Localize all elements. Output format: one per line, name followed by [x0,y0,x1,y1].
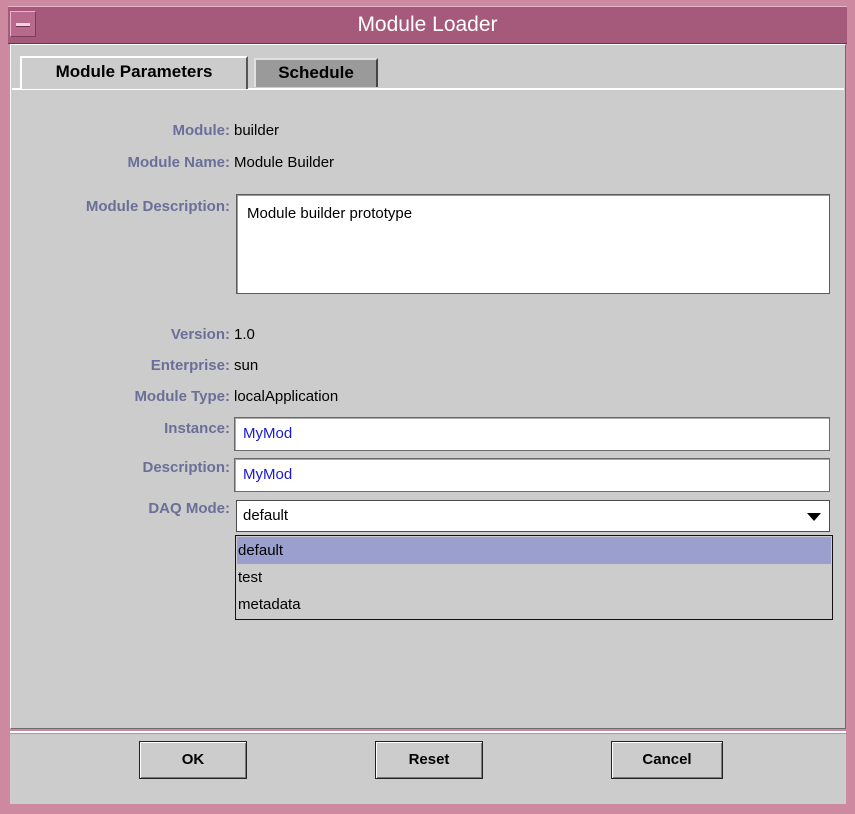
module-value: builder [234,122,280,139]
daq-option-metadata[interactable]: metadata [237,591,831,618]
window-title: Module Loader [357,13,498,36]
module-description-label: Module Description: [85,198,230,215]
module-loader-window: Module Loader Module Parameters Schedule… [0,0,855,814]
client-area [10,44,846,729]
cancel-button[interactable]: Cancel [611,741,723,779]
tab-module-parameters[interactable]: Module Parameters [20,56,248,89]
daq-option-test[interactable]: test [237,564,831,591]
module-type-value: localApplication [234,388,339,405]
enterprise-value: sun [234,357,259,374]
ok-button[interactable]: OK [139,741,247,779]
version-label: Version: [170,326,230,343]
description-label: Description: [142,459,230,476]
instance-label: Instance: [164,420,230,437]
daq-mode-label: DAQ Mode: [148,500,230,517]
version-value: 1.0 [234,326,255,343]
button-bar-divider [10,731,846,733]
daq-mode-dropdown-list: default test metadata [235,535,833,620]
module-name-label: Module Name: [127,154,230,171]
reset-button[interactable]: Reset [375,741,483,779]
instance-input[interactable]: MyMod [234,417,830,451]
module-label: Module: [172,122,231,139]
daq-mode-select[interactable]: default [236,500,830,532]
module-name-value: Module Builder [234,154,335,171]
description-input[interactable]: MyMod [234,458,830,492]
dropdown-arrow-icon[interactable] [801,503,827,529]
daq-option-default[interactable]: default [237,537,831,564]
enterprise-label: Enterprise: [150,357,230,374]
module-type-label: Module Type: [134,388,230,405]
title-bar[interactable]: Module Loader [8,6,847,44]
module-description-textarea[interactable]: Module builder prototype [236,194,830,294]
daq-mode-selected-value: default [243,507,289,524]
tab-schedule[interactable]: Schedule [254,58,378,87]
